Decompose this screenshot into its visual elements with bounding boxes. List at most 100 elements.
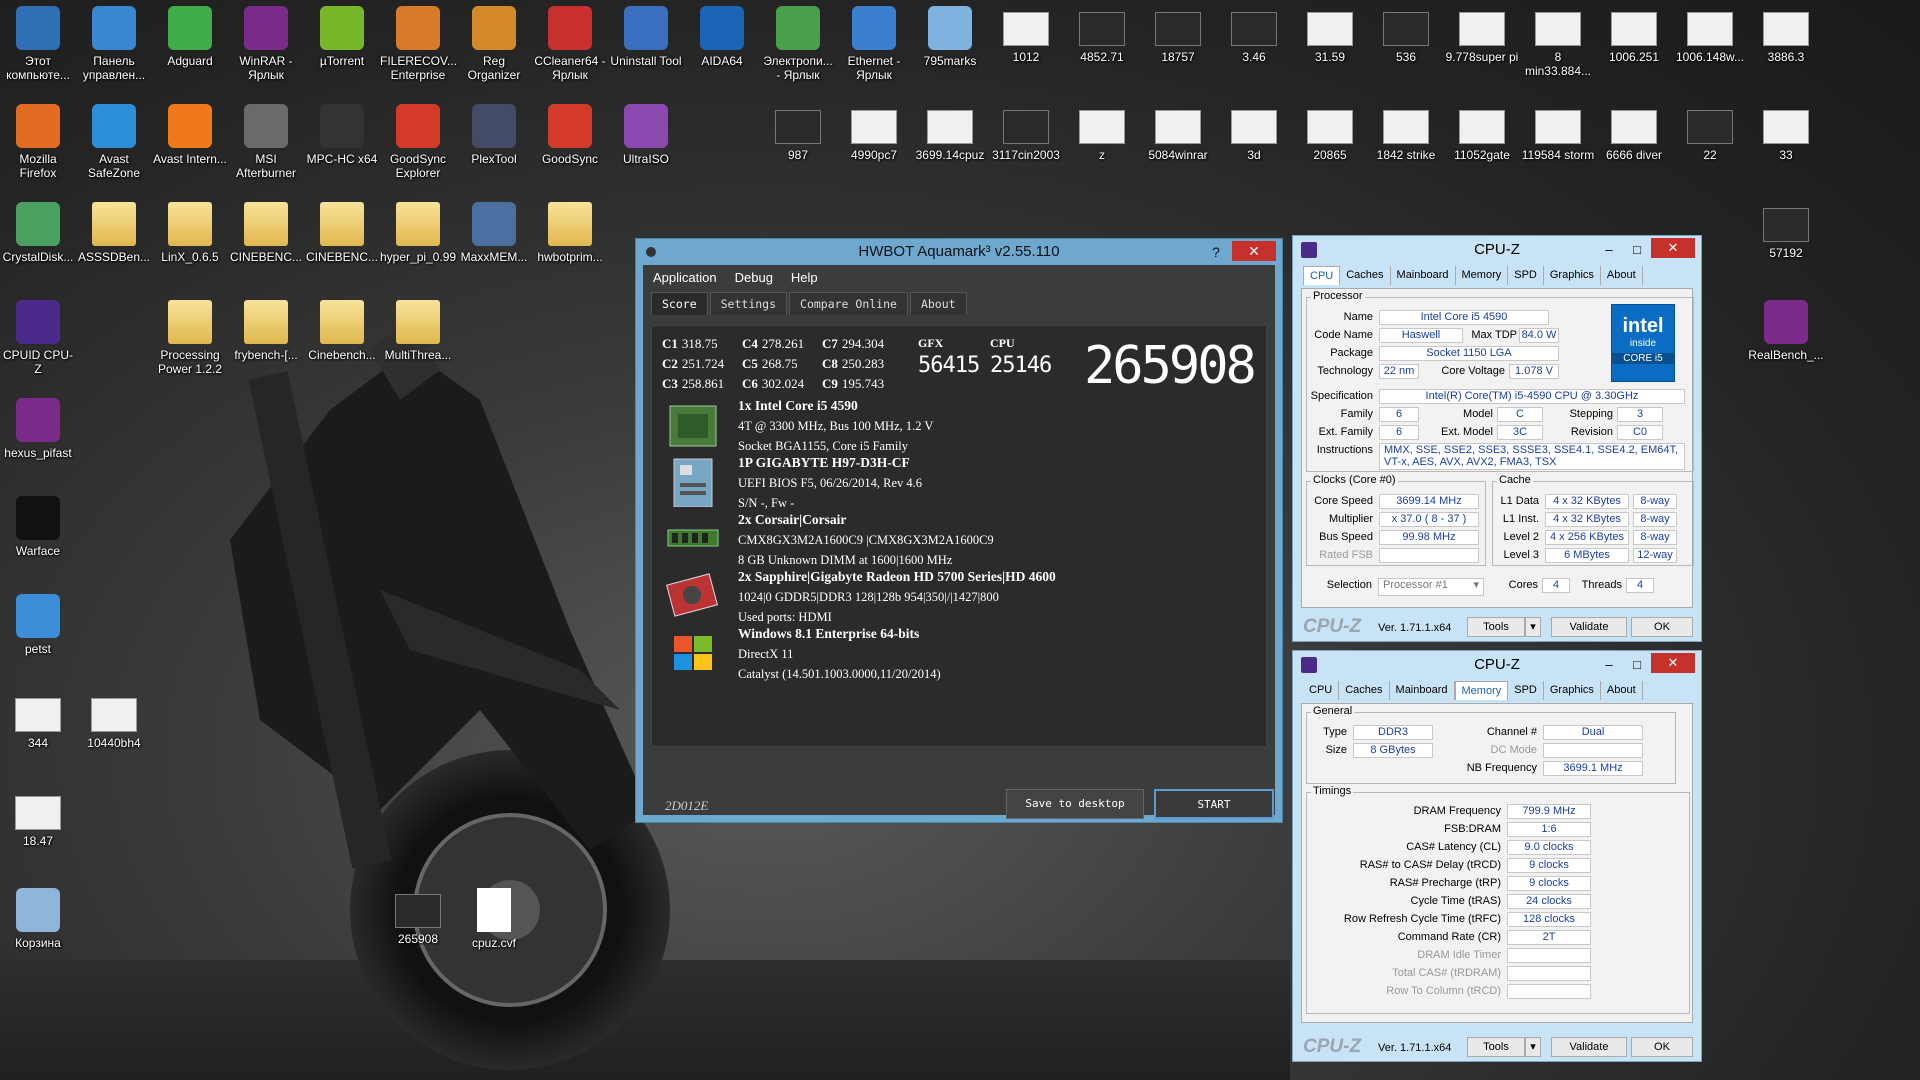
desktop-icon[interactable]: GoodSync Explorer: [380, 104, 456, 180]
menu-application[interactable]: Application: [653, 270, 717, 285]
tab-compare-online[interactable]: Compare Online: [789, 292, 908, 315]
ok-button[interactable]: OK: [1631, 1037, 1693, 1057]
desktop-icon[interactable]: 265908: [380, 888, 456, 946]
tools-dropdown-icon[interactable]: ▾: [1525, 617, 1541, 637]
minimize-button[interactable]: ‒: [1595, 236, 1623, 264]
tab-graphics[interactable]: Graphics: [1544, 681, 1601, 700]
desktop-icon[interactable]: 18757: [1140, 6, 1216, 64]
desktop-icon[interactable]: 3d: [1216, 104, 1292, 162]
close-button[interactable]: ✕: [1651, 653, 1695, 673]
desktop-icon[interactable]: 33: [1748, 104, 1824, 162]
desktop-icon[interactable]: 10440bh4: [76, 692, 152, 750]
desktop-icon[interactable]: 20865: [1292, 104, 1368, 162]
desktop-icon[interactable]: 4852.71: [1064, 6, 1140, 64]
desktop-icon[interactable]: 9.778super pi: [1444, 6, 1520, 64]
cpuz-title-bar[interactable]: CPU-Z ‒ □ ✕: [1293, 651, 1701, 679]
desktop-icon[interactable]: 22: [1672, 104, 1748, 162]
minimize-button[interactable]: ‒: [1595, 651, 1623, 679]
desktop-icon[interactable]: 4990pc7: [836, 104, 912, 162]
desktop-icon[interactable]: Uninstall Tool: [608, 6, 684, 68]
save-to-desktop-button[interactable]: Save to desktop: [1006, 789, 1144, 819]
desktop-icon[interactable]: Ethernet - Ярлык: [836, 6, 912, 82]
desktop-icon[interactable]: 536: [1368, 6, 1444, 64]
desktop-icon[interactable]: AIDA64: [684, 6, 760, 68]
desktop-icon[interactable]: Mozilla Firefox: [0, 104, 76, 180]
desktop-icon[interactable]: 987: [760, 104, 836, 162]
desktop-icon[interactable]: MPC-HC x64: [304, 104, 380, 166]
validate-button[interactable]: Validate: [1551, 617, 1627, 637]
tab-memory[interactable]: Memory: [1454, 681, 1509, 700]
tab-mainboard[interactable]: Mainboard: [1390, 681, 1455, 700]
hwbot-title-bar[interactable]: HWBOT Aquamark³ v2.55.110 ? ✕: [636, 239, 1282, 265]
tools-button[interactable]: Tools: [1467, 1037, 1525, 1057]
help-button[interactable]: ?: [1206, 239, 1226, 265]
tab-spd[interactable]: SPD: [1508, 681, 1544, 700]
tab-mainboard[interactable]: Mainboard: [1391, 266, 1456, 285]
desktop-icon[interactable]: 119584 storm: [1520, 104, 1596, 162]
desktop-icon[interactable]: 1006.251: [1596, 6, 1672, 64]
maximize-button[interactable]: □: [1623, 651, 1651, 679]
tab-caches[interactable]: Caches: [1339, 681, 1390, 700]
desktop-icon[interactable]: petst: [0, 594, 76, 656]
desktop-icon[interactable]: hyper_pi_0.99: [380, 202, 456, 264]
desktop-icon[interactable]: 5084winrar: [1140, 104, 1216, 162]
desktop-icon[interactable]: LinX_0.6.5: [152, 202, 228, 264]
desktop-icon[interactable]: FILERECOV... Enterprise: [380, 6, 457, 82]
desktop-icon[interactable]: 344: [0, 692, 76, 750]
desktop-icon[interactable]: 3117cin2003: [988, 104, 1064, 162]
tab-about[interactable]: About: [909, 292, 967, 315]
desktop-icon[interactable]: 57192: [1748, 202, 1824, 260]
close-button[interactable]: ✕: [1651, 238, 1695, 258]
ok-button[interactable]: OK: [1631, 617, 1693, 637]
desktop-icon[interactable]: CINEBENC...: [228, 202, 304, 264]
desktop-icon[interactable]: 3886.3: [1748, 6, 1824, 64]
processor-select[interactable]: Processor #1 ▾: [1378, 578, 1484, 596]
desktop-icon[interactable]: 1006.148w...: [1672, 6, 1748, 64]
desktop-icon[interactable]: frybench-[...: [228, 300, 304, 362]
menu-debug[interactable]: Debug: [735, 270, 773, 285]
tab-spd[interactable]: SPD: [1508, 266, 1544, 285]
desktop-icon[interactable]: 1012: [988, 6, 1064, 64]
desktop-icon[interactable]: MultiThrea...: [380, 300, 456, 362]
tab-caches[interactable]: Caches: [1340, 266, 1391, 285]
maximize-button[interactable]: □: [1623, 236, 1651, 264]
desktop-icon[interactable]: 795marks: [912, 6, 988, 68]
desktop-icon[interactable]: Cinebench...: [304, 300, 380, 362]
desktop-icon[interactable]: PlexTool: [456, 104, 532, 166]
tab-about[interactable]: About: [1601, 266, 1643, 285]
tab-cpu[interactable]: CPU: [1303, 266, 1341, 285]
tab-graphics[interactable]: Graphics: [1544, 266, 1601, 285]
desktop-icon[interactable]: Warface: [0, 496, 76, 558]
desktop-icon[interactable]: Корзина: [0, 888, 76, 950]
cpuz-title-bar[interactable]: CPU-Z ‒ □ ✕: [1293, 236, 1701, 264]
tab-settings[interactable]: Settings: [709, 292, 788, 315]
desktop-icon[interactable]: CINEBENC...: [304, 202, 380, 264]
desktop-icon[interactable]: 3.46: [1216, 6, 1292, 64]
menu-help[interactable]: Help: [791, 270, 818, 285]
desktop-icon[interactable]: MSI Afterburner: [228, 104, 304, 180]
desktop-icon[interactable]: CCleaner64 - Ярлык: [532, 6, 608, 82]
desktop-icon[interactable]: UltraISO: [608, 104, 684, 166]
validate-button[interactable]: Validate: [1551, 1037, 1627, 1057]
desktop-icon[interactable]: WinRAR - Ярлык: [228, 6, 304, 82]
tab-cpu[interactable]: CPU: [1303, 681, 1340, 700]
desktop-icon[interactable]: z: [1064, 104, 1140, 162]
desktop-icon[interactable]: Processing Power 1.2.2: [152, 300, 228, 376]
desktop-icon[interactable]: CrystalDisk...: [0, 202, 76, 264]
desktop-icon[interactable]: GoodSync: [532, 104, 608, 166]
tab-memory[interactable]: Memory: [1456, 266, 1509, 285]
desktop-icon[interactable]: Adguard: [152, 6, 228, 68]
desktop-icon[interactable]: RealBench_...: [1748, 300, 1824, 362]
tab-score[interactable]: Score: [651, 292, 708, 315]
desktop-icon[interactable]: hwbotprim...: [532, 202, 608, 264]
desktop-icon[interactable]: 3699.14cpuz: [912, 104, 988, 162]
desktop-icon[interactable]: Avast Intern...: [152, 104, 228, 166]
tools-button[interactable]: Tools: [1467, 617, 1525, 637]
desktop-icon[interactable]: CPUID CPU-Z: [0, 300, 76, 376]
tools-dropdown-icon[interactable]: ▾: [1525, 1037, 1541, 1057]
desktop-icon[interactable]: Avast SafeZone: [76, 104, 152, 180]
desktop-icon[interactable]: 8 min33.884...: [1520, 6, 1596, 78]
desktop-icon[interactable]: Этот компьюте...: [0, 6, 76, 82]
desktop-icon[interactable]: Электропи... - Ярлык: [760, 6, 836, 82]
desktop-icon[interactable]: MaxxMEM...: [456, 202, 532, 264]
